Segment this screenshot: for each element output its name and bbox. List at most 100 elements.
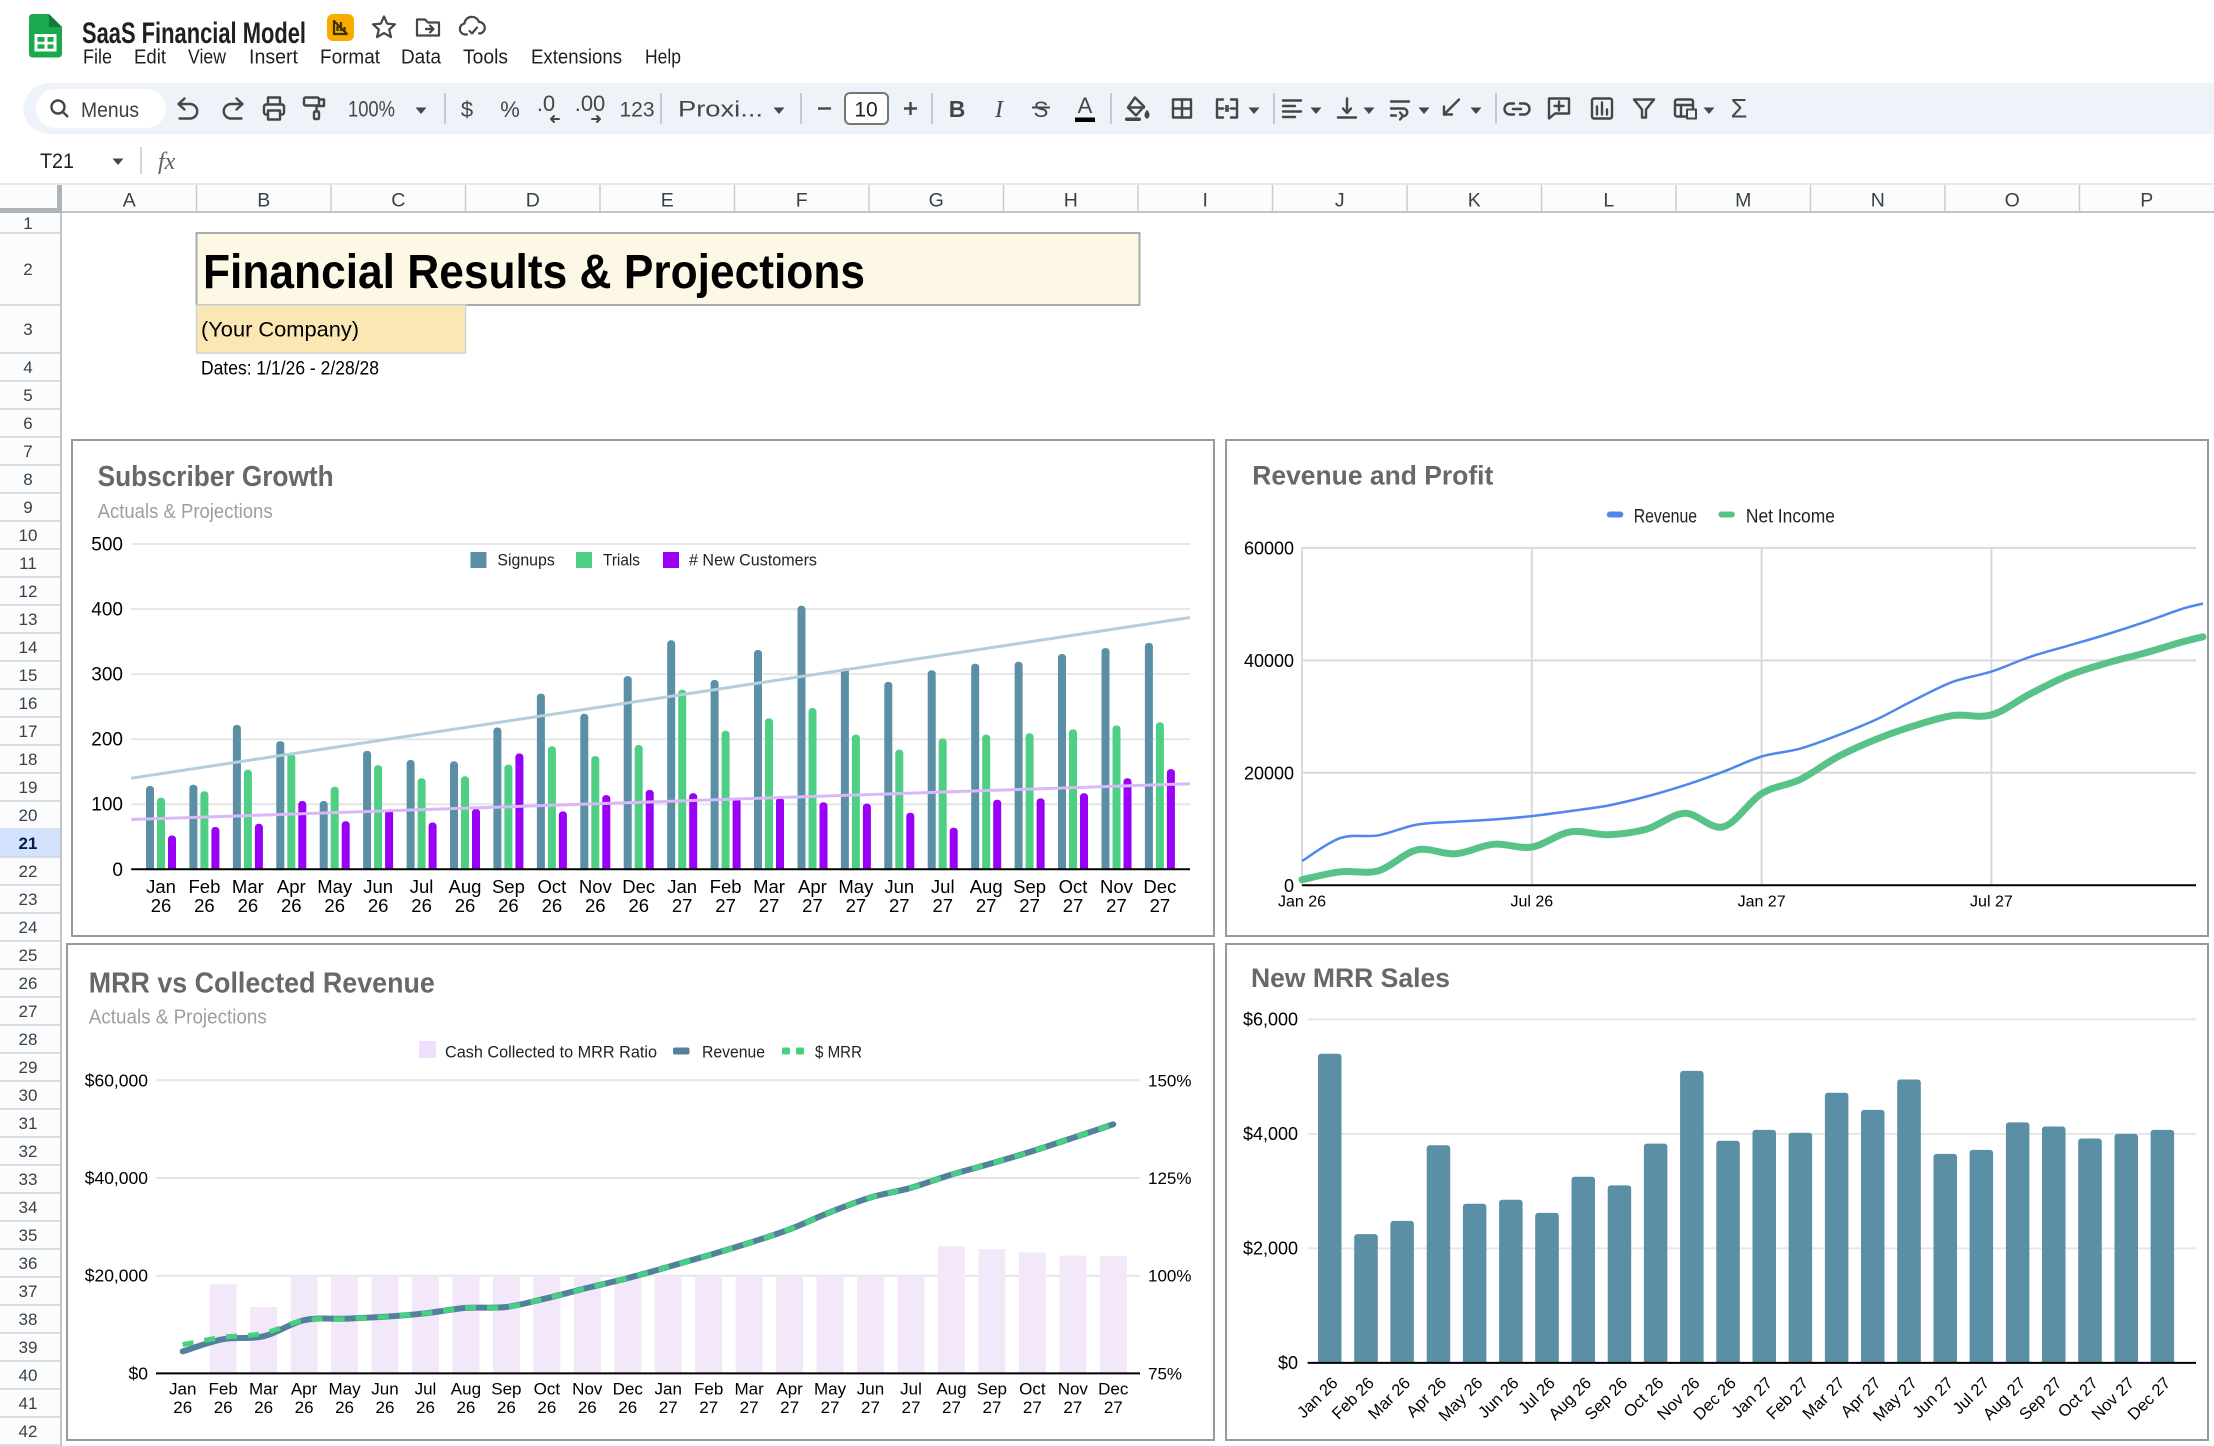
svg-text:27: 27	[1063, 895, 1084, 916]
svg-text:N: N	[1871, 190, 1885, 212]
svg-text:23: 23	[19, 890, 38, 909]
svg-text:Revenue and Profit: Revenue and Profit	[1252, 461, 1493, 491]
svg-text:Apr: Apr	[798, 876, 827, 897]
svg-text:Jul: Jul	[900, 1379, 922, 1398]
svg-text:Jul: Jul	[931, 876, 955, 897]
svg-text:Dec: Dec	[622, 876, 655, 897]
svg-text:33: 33	[19, 1170, 38, 1189]
svg-text:Insert: Insert	[249, 47, 298, 69]
svg-text:Net Income: Net Income	[1746, 506, 1835, 527]
svg-text:27: 27	[802, 895, 823, 916]
svg-text:$0: $0	[1278, 1353, 1298, 1373]
svg-text:0: 0	[112, 860, 123, 881]
svg-text:C: C	[391, 190, 405, 212]
svg-text:27: 27	[1019, 895, 1040, 916]
svg-text:10: 10	[854, 99, 877, 122]
svg-text:Actuals & Projections: Actuals & Projections	[98, 500, 273, 523]
svg-text:Extensions: Extensions	[531, 47, 622, 69]
svg-text:K: K	[1468, 190, 1481, 212]
svg-text:I: I	[1203, 190, 1208, 212]
svg-text:26: 26	[416, 1398, 435, 1417]
svg-text:Jun: Jun	[857, 1379, 884, 1398]
svg-text:Jan 26: Jan 26	[1278, 894, 1326, 911]
svg-text:T21: T21	[40, 150, 74, 173]
svg-text:Jun: Jun	[884, 876, 914, 897]
svg-text:$2,000: $2,000	[1243, 1238, 1298, 1258]
svg-text:Feb: Feb	[209, 1379, 238, 1398]
svg-text:$6,000: $6,000	[1243, 1009, 1298, 1029]
svg-text:27: 27	[659, 1398, 678, 1417]
svg-text:26: 26	[238, 895, 259, 916]
svg-text:26: 26	[498, 895, 519, 916]
svg-text:Feb: Feb	[710, 876, 742, 897]
svg-text:16: 16	[19, 694, 38, 713]
svg-text:26: 26	[295, 1398, 314, 1417]
svg-text:26: 26	[335, 1398, 354, 1417]
svg-text:Mar: Mar	[232, 876, 264, 897]
svg-text:Revenue: Revenue	[702, 1043, 765, 1062]
svg-text:Jan: Jan	[667, 876, 697, 897]
svg-text:26: 26	[151, 895, 172, 916]
svg-text:$ MRR: $ MRR	[815, 1043, 862, 1062]
svg-text:SaaS Financial Model: SaaS Financial Model	[82, 17, 306, 50]
svg-text:L: L	[1603, 190, 1614, 212]
svg-text:100%: 100%	[348, 97, 395, 122]
svg-text:D: D	[526, 190, 540, 212]
svg-text:Aug: Aug	[936, 1379, 966, 1398]
svg-text:Jul: Jul	[410, 876, 434, 897]
svg-text:$0: $0	[129, 1363, 149, 1383]
svg-text:Oct: Oct	[534, 1379, 561, 1398]
svg-text:Oct: Oct	[1019, 1379, 1046, 1398]
svg-text:500: 500	[91, 535, 123, 556]
svg-text:P: P	[2140, 190, 2153, 212]
svg-text:.00: .00	[575, 91, 606, 116]
svg-text:40: 40	[19, 1366, 38, 1385]
svg-text:Sep: Sep	[492, 876, 525, 897]
svg-text:14: 14	[19, 638, 38, 657]
svg-text:Subscriber Growth: Subscriber Growth	[98, 461, 334, 493]
svg-text:27: 27	[846, 895, 867, 916]
svg-text:Dec: Dec	[613, 1379, 644, 1398]
svg-text:27: 27	[715, 895, 736, 916]
svg-text:100%: 100%	[1148, 1267, 1191, 1286]
svg-text:B: B	[949, 96, 966, 122]
svg-text:22: 22	[19, 862, 38, 881]
svg-text:26: 26	[214, 1398, 233, 1417]
svg-text:31: 31	[19, 1114, 38, 1133]
svg-text:20000: 20000	[1244, 763, 1294, 783]
svg-text:Data: Data	[401, 47, 442, 69]
svg-text:Sep: Sep	[491, 1379, 521, 1398]
svg-text:26: 26	[537, 1398, 556, 1417]
svg-text:I: I	[994, 97, 1004, 123]
svg-text:26: 26	[455, 895, 476, 916]
svg-text:26: 26	[578, 1398, 597, 1417]
svg-text:fx: fx	[158, 149, 176, 175]
svg-text:27: 27	[942, 1398, 961, 1417]
svg-text:123: 123	[619, 99, 654, 122]
svg-text:27: 27	[672, 895, 693, 916]
svg-text:34: 34	[19, 1198, 38, 1217]
svg-text:Mar: Mar	[734, 1379, 764, 1398]
svg-text:27: 27	[902, 1398, 921, 1417]
svg-text:G: G	[929, 190, 944, 212]
svg-text:# New Customers: # New Customers	[689, 551, 817, 570]
svg-text:32: 32	[19, 1142, 38, 1161]
svg-text:(Your Company): (Your Company)	[201, 318, 359, 342]
svg-text:Trials: Trials	[603, 551, 640, 570]
svg-text:Dec: Dec	[1098, 1379, 1129, 1398]
svg-text:.0: .0	[537, 91, 555, 116]
svg-text:Tools: Tools	[463, 47, 508, 69]
svg-text:Sep: Sep	[977, 1379, 1007, 1398]
svg-text:Menus: Menus	[81, 99, 139, 122]
svg-text:37: 37	[19, 1282, 38, 1301]
svg-text:27: 27	[1150, 895, 1171, 916]
svg-text:Aug: Aug	[451, 1379, 481, 1398]
svg-text:26: 26	[628, 895, 649, 916]
svg-text:O: O	[2005, 190, 2020, 212]
svg-text:27: 27	[1023, 1398, 1042, 1417]
svg-text:26: 26	[542, 895, 563, 916]
svg-text:26: 26	[618, 1398, 637, 1417]
svg-text:24: 24	[19, 918, 38, 937]
svg-text:Edit: Edit	[134, 47, 166, 69]
svg-text:May: May	[317, 876, 353, 897]
